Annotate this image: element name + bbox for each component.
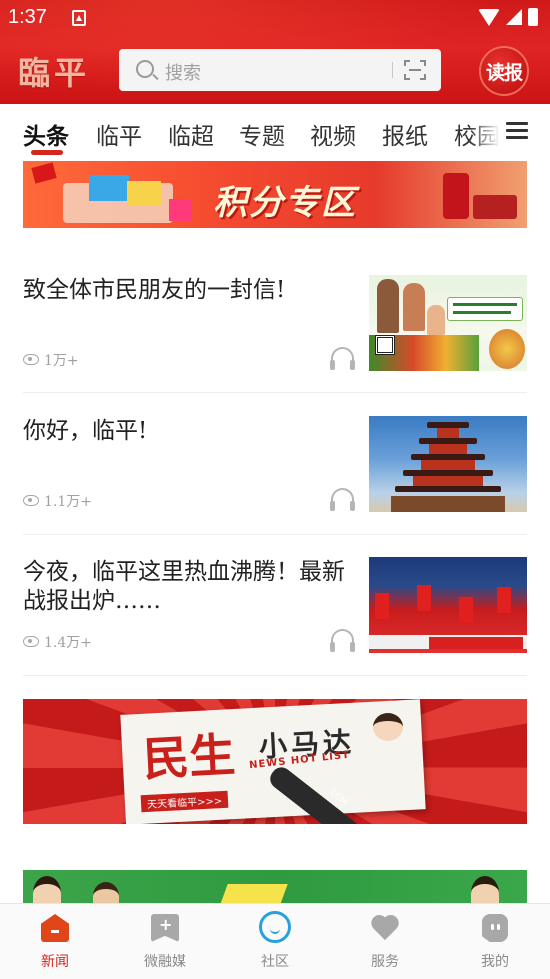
suitcase-graphic — [443, 173, 469, 219]
heart-icon — [370, 916, 400, 942]
nav-label: 服务 — [371, 954, 399, 970]
news-title[interactable]: 你好，临平! — [23, 417, 353, 446]
news-title[interactable]: 今夜，临平这里热血沸腾！最新战报出炉…… — [23, 558, 353, 616]
search-icon — [136, 60, 154, 78]
minsheng-title: 民生 — [141, 727, 237, 787]
red-envelope-graphic — [31, 162, 57, 184]
community-icon — [259, 911, 291, 943]
eye-icon — [23, 636, 39, 647]
tab-newspaper[interactable]: 报纸 — [382, 117, 428, 151]
wifi-icon — [478, 8, 500, 26]
divider — [23, 392, 527, 393]
search-placeholder: 搜索 — [165, 63, 201, 84]
eye-icon — [23, 495, 39, 506]
active-tab-indicator — [31, 150, 63, 155]
nav-item-news[interactable]: 新闻 — [0, 904, 110, 979]
nav-item-mine[interactable]: 我的 — [440, 904, 550, 979]
divider — [23, 534, 527, 535]
nav-item-micro-media[interactable]: 微融媒 — [110, 904, 220, 979]
app-logo[interactable]: 臨平 — [18, 48, 90, 94]
gift-box-graphic — [127, 181, 161, 205]
appliance-graphic — [473, 195, 517, 219]
divider — [23, 675, 527, 676]
headphone-icon[interactable] — [330, 629, 355, 652]
gift-box-graphic — [89, 175, 129, 201]
gift-bag-graphic — [169, 199, 191, 221]
headphone-icon[interactable] — [330, 488, 355, 511]
tab-headlines[interactable]: 头条 — [23, 117, 69, 151]
search-divider — [392, 62, 393, 78]
tab-linping[interactable]: 临平 — [96, 117, 142, 151]
news-title[interactable]: 致全体市民朋友的一封信! — [23, 276, 353, 305]
view-count: 1.4万+ — [44, 635, 92, 651]
minsheng-banner[interactable]: 民生 小马达 NEWS HOT LIST LCM 天天看临平>>> — [23, 699, 527, 824]
news-thumbnail[interactable] — [369, 416, 527, 512]
status-time: 1:37 — [8, 6, 47, 28]
profile-icon — [482, 914, 508, 942]
tab-linchao[interactable]: 临超 — [168, 117, 214, 151]
nav-label: 社区 — [261, 954, 289, 970]
points-zone-banner[interactable]: 积分专区 — [23, 161, 527, 228]
scan-icon[interactable] — [404, 60, 426, 80]
notification-icon — [72, 10, 86, 26]
app-header: 1:37 臨平 搜索 读报 — [0, 0, 550, 104]
status-bar: 1:37 — [0, 0, 550, 36]
eye-icon — [23, 354, 39, 365]
channel-menu-icon[interactable] — [506, 122, 528, 140]
nav-label: 新闻 — [41, 954, 69, 970]
tab-fade — [470, 104, 500, 160]
view-count: 1万+ — [44, 353, 79, 369]
bottom-nav: 新闻 微融媒 社区 服务 我的 — [0, 903, 550, 979]
bookmark-add-icon — [151, 914, 179, 942]
channel-tabs: 头条 临平 临超 专题 视频 报纸 校园 — [0, 104, 550, 160]
tab-videos[interactable]: 视频 — [310, 117, 356, 151]
news-thumbnail[interactable] — [369, 275, 527, 371]
view-count: 1.1万+ — [44, 494, 92, 510]
nav-item-services[interactable]: 服务 — [330, 904, 440, 979]
tab-topics[interactable]: 专题 — [239, 117, 285, 151]
headphone-icon[interactable] — [330, 347, 355, 370]
nav-label: 我的 — [481, 954, 509, 970]
battery-icon — [528, 8, 538, 26]
cartoon-girl-graphic — [373, 713, 403, 741]
read-paper-button[interactable]: 读报 — [479, 46, 529, 96]
nav-label: 微融媒 — [144, 954, 186, 970]
news-thumbnail[interactable] — [369, 557, 527, 653]
nav-item-community[interactable]: 社区 — [220, 904, 330, 979]
search-input[interactable]: 搜索 — [119, 49, 441, 91]
points-banner-title: 积分专区 — [213, 183, 357, 223]
home-icon — [41, 914, 69, 942]
signal-icon — [506, 9, 522, 25]
status-icons — [478, 8, 538, 26]
